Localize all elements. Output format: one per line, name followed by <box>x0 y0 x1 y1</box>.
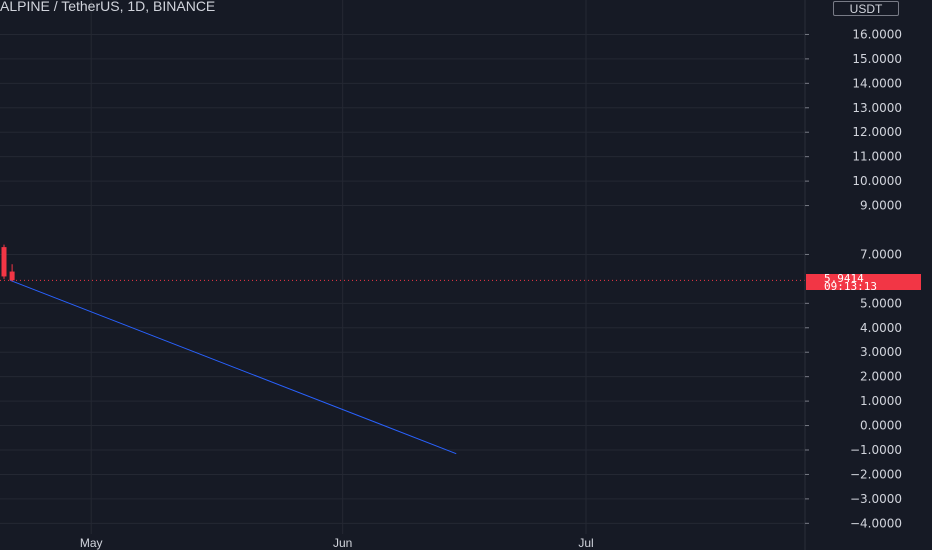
price-axis-label: −3.0000 <box>850 492 902 506</box>
last-price-tag: 5.9414 09:13:13 <box>806 273 921 293</box>
candle-body <box>9 271 15 281</box>
price-axis-label: −1.0000 <box>850 443 902 457</box>
candle-body <box>1 247 7 277</box>
price-axis-label: 1.0000 <box>860 394 902 408</box>
candles[interactable] <box>1 244 15 282</box>
price-axis-label: 12.0000 <box>852 125 902 139</box>
price-axis-label: 0.0000 <box>860 419 902 433</box>
price-axis-label: 13.0000 <box>852 101 902 115</box>
price-axis-label: 11.0000 <box>852 150 902 164</box>
price-chart[interactable]: 16.0000 15.0000 14.0000 13.0000 12.0000 11.00… <box>0 0 932 550</box>
price-axis-label: 5.0000 <box>860 296 902 310</box>
price-axis-label: −2.0000 <box>850 467 902 481</box>
price-axis-label: 10.0000 <box>852 174 902 188</box>
time-axis[interactable]: May Jun Jul <box>80 536 594 550</box>
trend-line[interactable] <box>9 279 457 455</box>
currency-badge[interactable]: USDT <box>833 1 899 16</box>
price-axis-label: 3.0000 <box>860 345 902 359</box>
price-axis-label: 15.0000 <box>852 52 902 66</box>
bar-countdown: 09:13:13 <box>824 280 877 293</box>
trend-line-layer[interactable] <box>9 279 457 455</box>
chart-title: ALPINE / TetherUS, 1D, BINANCE <box>0 0 216 14</box>
time-axis-label: Jul <box>578 536 593 550</box>
price-axis-label: 14.0000 <box>852 76 902 90</box>
grid <box>0 0 805 534</box>
price-axis-label: 9.0000 <box>860 199 902 213</box>
price-axis-label: 4.0000 <box>860 321 902 335</box>
price-axis-label: −4.0000 <box>850 516 902 530</box>
price-axis-label: 16.0000 <box>852 27 902 41</box>
price-axis-label: 7.0000 <box>860 247 902 261</box>
chart-root: 16.0000 15.0000 14.0000 13.0000 12.0000 11.00… <box>0 0 932 550</box>
time-axis-label: Jun <box>333 536 352 550</box>
candle <box>9 264 15 282</box>
time-axis-label: May <box>80 536 103 550</box>
price-axis-label: 2.0000 <box>860 370 902 384</box>
candle <box>1 244 7 279</box>
